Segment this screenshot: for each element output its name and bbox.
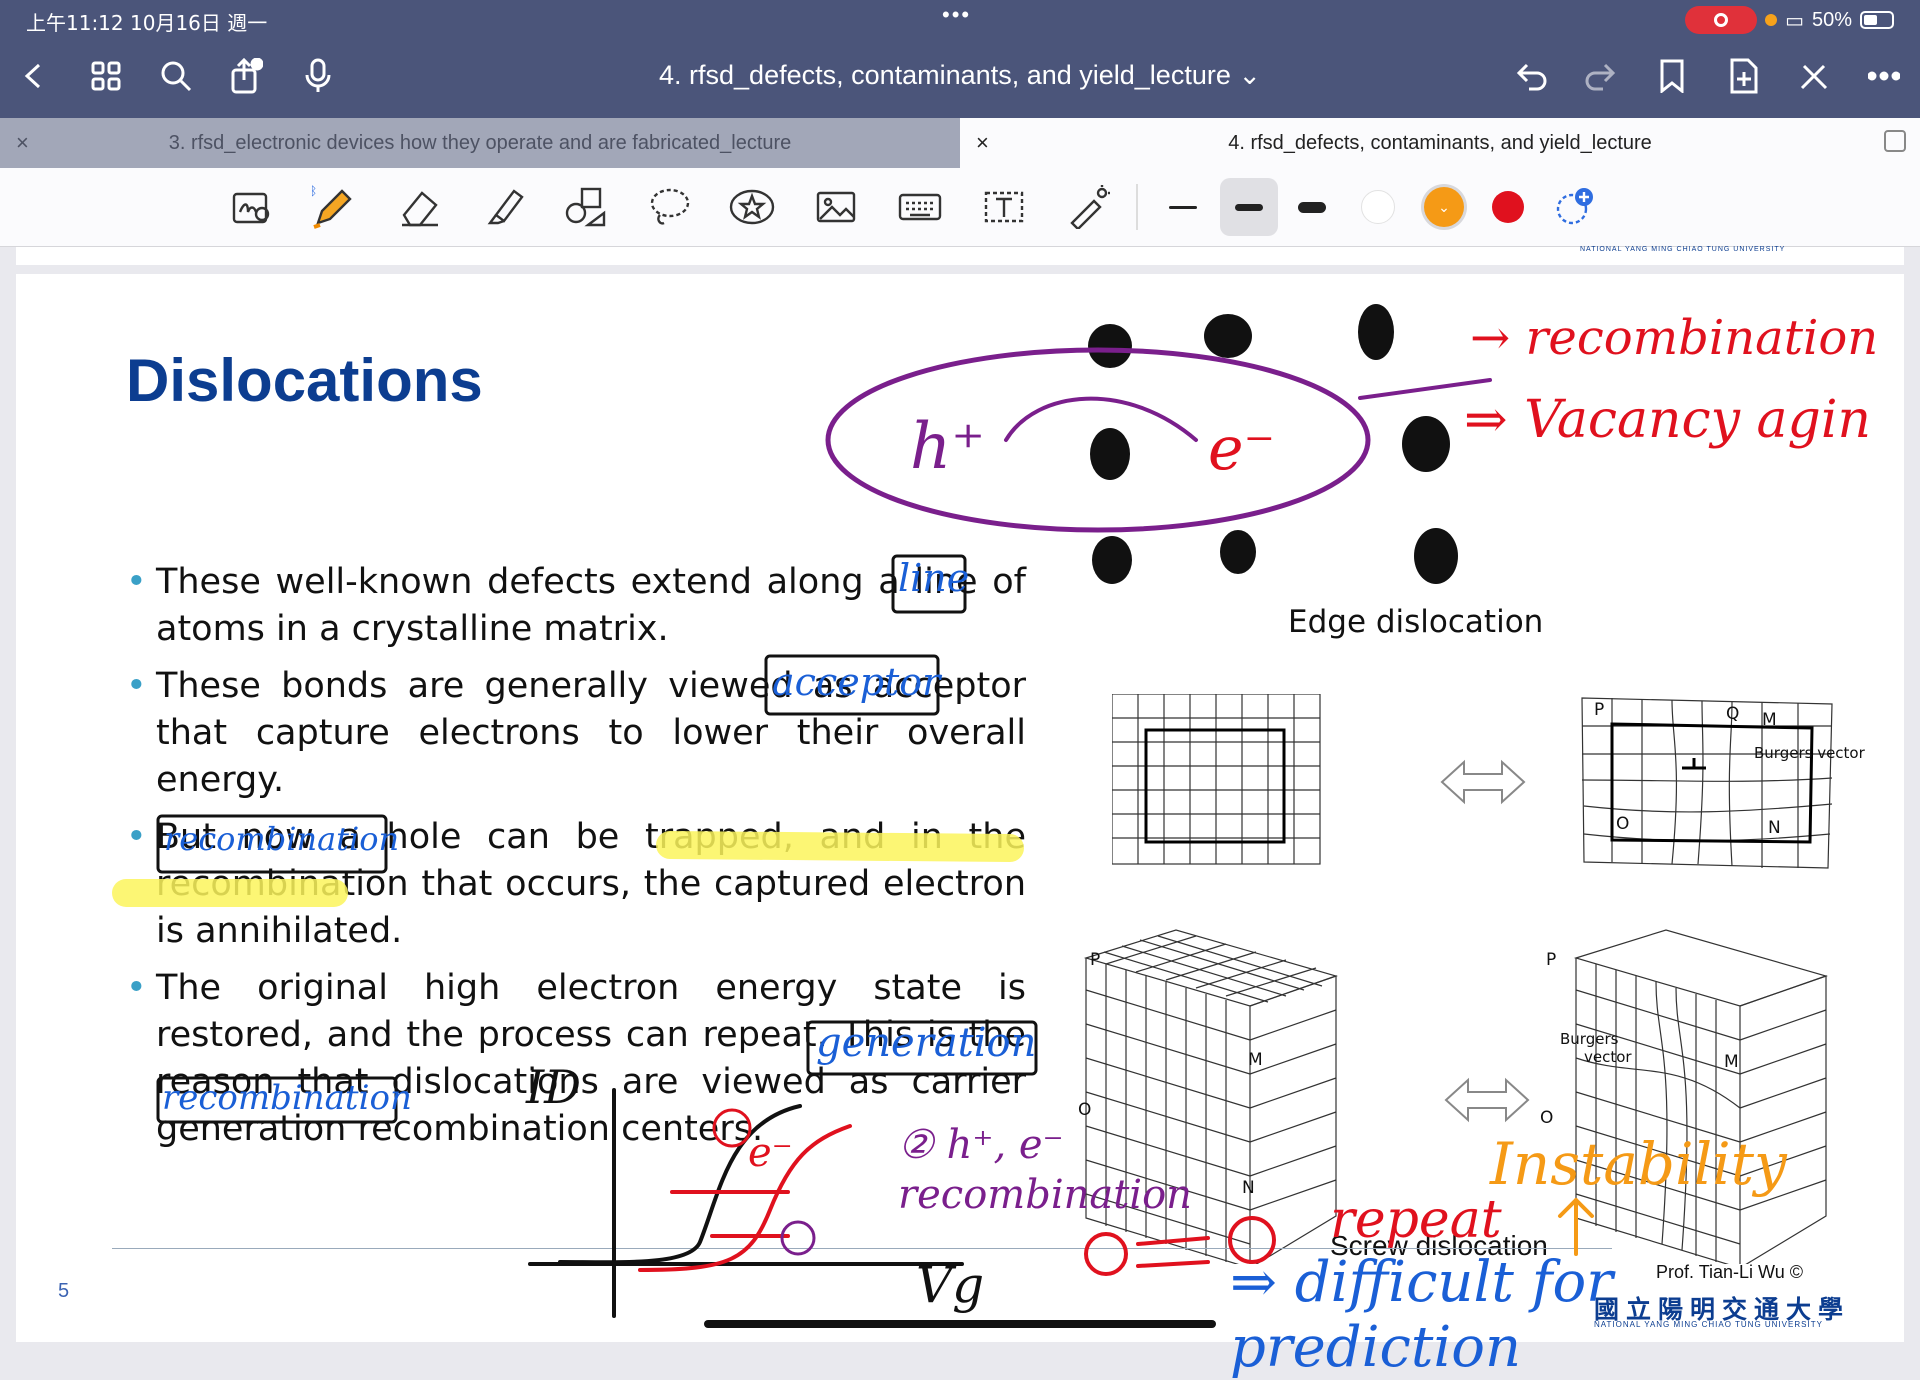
ink-recombination-box-2: recombination [162, 1078, 412, 1118]
ink-repeat: repeat [1330, 1190, 1502, 1250]
ink-generation-box: generation [816, 1020, 1037, 1066]
ink-vg-label: Vg [916, 1256, 985, 1314]
ink-step2-note: ② h⁺, e⁻ recombination [898, 1122, 1192, 1218]
ink-difficult-for-prediction: ⇒ difficult for prediction [1230, 1250, 1613, 1380]
ink-e-minus: e⁻ [1208, 414, 1276, 484]
ink-acceptor-box: acceptor [772, 660, 941, 704]
ink-instability: Instability [1490, 1130, 1787, 1198]
ink-recombination-box: recombination [164, 820, 400, 858]
ink-h-plus: h⁺ [910, 410, 985, 484]
ink-electron-label: e⁻ [748, 1130, 793, 1176]
ink-vacancy: ⇒ Vacancy agin [1464, 390, 1871, 450]
ink-id-label: ID [526, 1060, 582, 1114]
ink-line-box: line [898, 556, 970, 600]
ink-recombination: → recombination [1470, 310, 1879, 366]
